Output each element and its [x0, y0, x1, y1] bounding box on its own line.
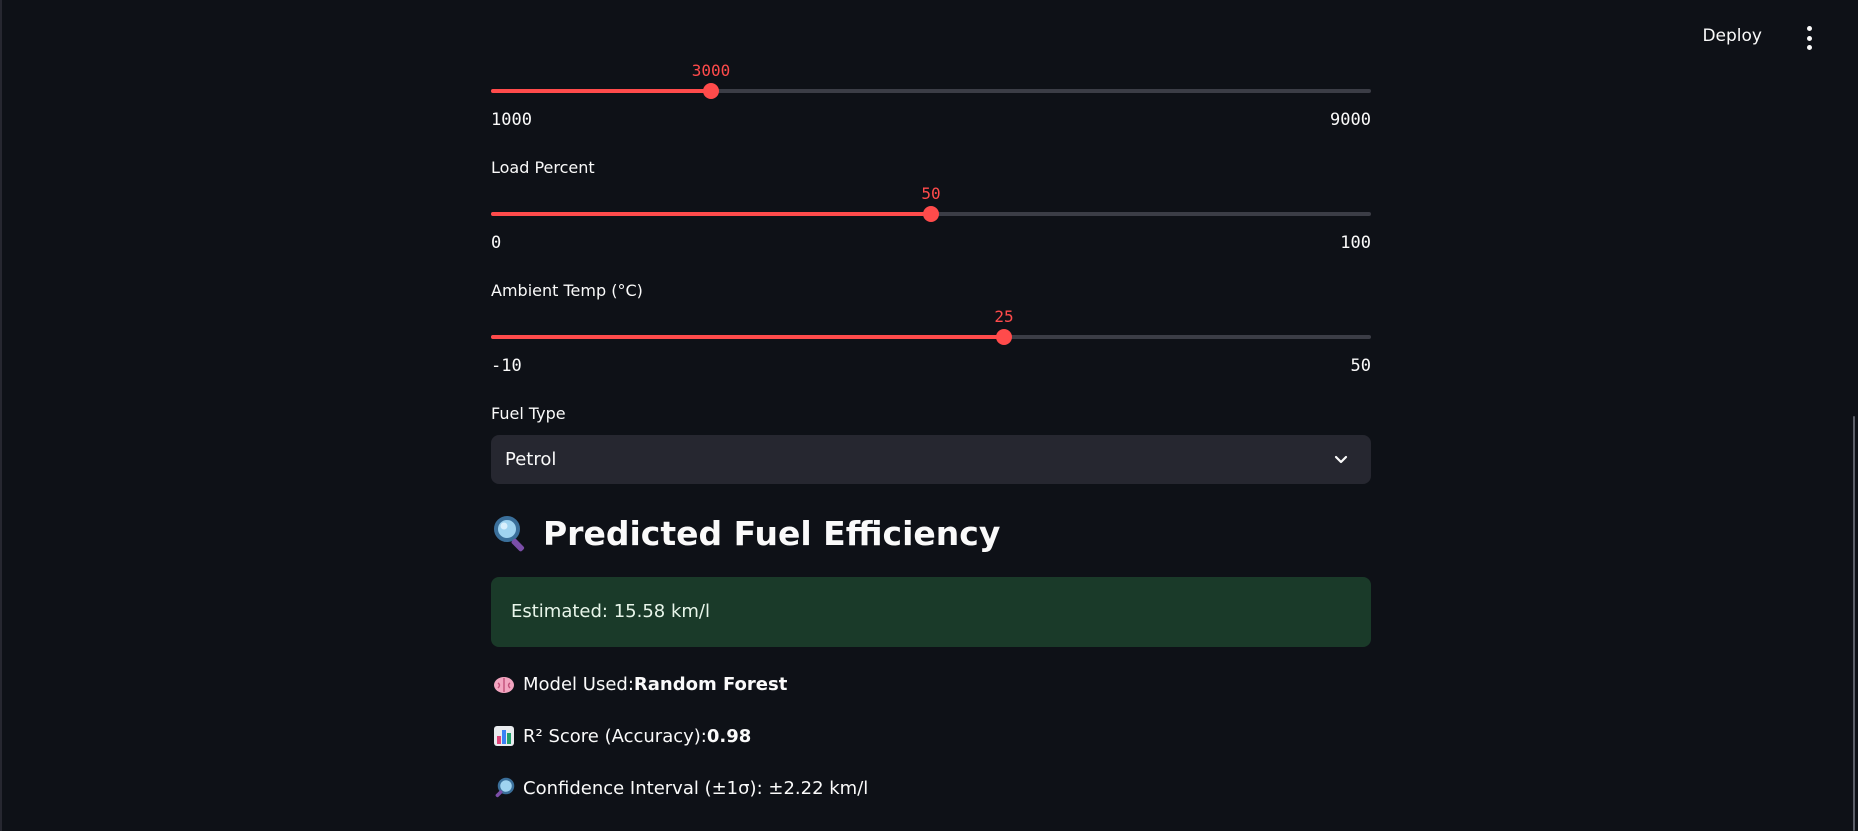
slider-value: 3000 — [691, 61, 731, 80]
slider-max-label: 50 — [1350, 356, 1371, 376]
slider-thumb[interactable] — [703, 83, 719, 99]
magnifier-icon — [495, 777, 515, 798]
slider-value: 25 — [994, 307, 1014, 326]
fuel-type-selected: Petrol — [505, 449, 557, 470]
fuel-type-label: Fuel Type — [491, 404, 566, 423]
scrollbar[interactable] — [1853, 416, 1855, 831]
deploy-button[interactable]: Deploy — [1696, 22, 1768, 50]
prediction-heading: Predicted Fuel Efficiency — [491, 513, 1000, 553]
r2-score-line: R² Score (Accuracy): 0.98 — [493, 725, 751, 747]
model-used-value: Random Forest — [633, 673, 788, 695]
slider-thumb[interactable] — [996, 329, 1013, 345]
slider-track[interactable] — [491, 206, 1371, 222]
slider-track[interactable] — [491, 83, 1371, 99]
model-used-prefix: Model Used: — [523, 673, 634, 695]
app-root: Deploy 3000 1000 9000 Load Percent 50 0 — [0, 0, 1858, 831]
search-icon — [494, 516, 525, 552]
slider-max-label: 9000 — [1330, 110, 1371, 130]
confidence-interval-line: Confidence Interval (±1σ): ±2.22 km/l — [493, 777, 868, 799]
success-alert: Estimated: 15.58 km/l — [491, 577, 1371, 647]
slider-min-label: -10 — [491, 356, 522, 376]
confidence-interval-text: Confidence Interval (±1σ): ±2.22 km/l — [523, 777, 869, 799]
slider-min-label: 1000 — [491, 110, 532, 130]
r2-score-value: 0.98 — [706, 725, 752, 747]
slider-fill — [491, 335, 1005, 339]
estimate-text: Estimated: 15.58 km/l — [511, 601, 710, 622]
slider-max-label: 100 — [1340, 233, 1371, 253]
slider-track[interactable] — [491, 329, 1371, 345]
top-bar: Deploy — [0, 0, 1858, 70]
slider-fill — [491, 212, 931, 216]
slider-min-label: 0 — [491, 233, 502, 253]
slider-thumb[interactable] — [923, 206, 939, 222]
kebab-menu-icon[interactable] — [1804, 26, 1814, 50]
bar-chart-icon — [494, 726, 514, 746]
fuel-type-select[interactable]: Petrol — [491, 435, 1371, 484]
chevron-down-icon — [1334, 455, 1348, 464]
slider-label: Load Percent — [491, 158, 595, 177]
model-used-line: Model Used: Random Forest — [493, 673, 787, 695]
page-title: Predicted Fuel Efficiency — [543, 513, 1001, 553]
slider-value: 50 — [921, 184, 941, 203]
brain-icon — [494, 677, 514, 693]
r2-score-prefix: R² Score (Accuracy): — [523, 725, 707, 747]
left-border — [0, 0, 2, 831]
slider-fill — [491, 89, 711, 93]
slider-label: Ambient Temp (°C) — [491, 281, 643, 300]
